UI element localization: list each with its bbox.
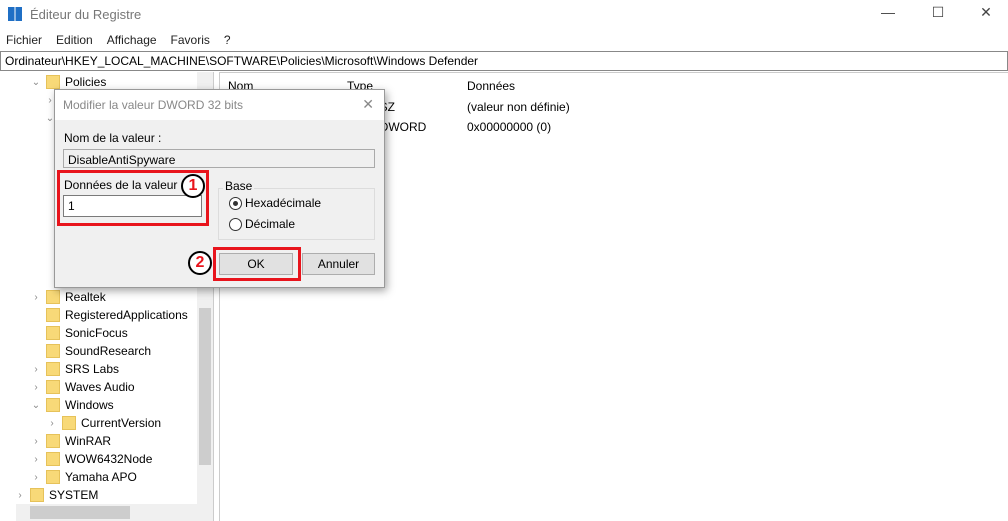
chevron-right-icon[interactable]: ›: [46, 418, 58, 429]
radio-hexadecimal[interactable]: Hexadécimale: [229, 196, 321, 211]
dialog-title: Modifier la valeur DWORD 32 bits: [55, 90, 384, 120]
folder-icon: [46, 470, 60, 484]
tree-item[interactable]: › Realtek: [30, 288, 106, 306]
maximize-button[interactable]: ☐: [928, 4, 948, 21]
folder-icon: [46, 308, 60, 322]
folder-icon: [46, 398, 60, 412]
chevron-right-icon[interactable]: ›: [30, 382, 42, 393]
radio-selected-icon[interactable]: [229, 197, 242, 211]
menu-favoris[interactable]: Favoris: [171, 33, 210, 47]
tree-item[interactable]: › SYSTEM: [14, 486, 98, 504]
step-2-badge: 2: [188, 251, 212, 275]
tree-item[interactable]: › Waves Audio: [30, 378, 135, 396]
folder-icon: [46, 434, 60, 448]
address-bar[interactable]: Ordinateur\HKEY_LOCAL_MACHINE\SOFTWARE\P…: [0, 51, 1008, 71]
folder-icon: [46, 380, 60, 394]
folder-icon: [46, 344, 60, 358]
ok-button[interactable]: OK: [219, 253, 293, 275]
base-label: Base: [223, 179, 255, 193]
chevron-down-icon[interactable]: ⌄: [30, 400, 42, 411]
folder-icon: [46, 452, 60, 466]
chevron-right-icon[interactable]: ›: [30, 436, 42, 447]
folder-icon: [46, 326, 60, 340]
step-1-badge: 1: [181, 174, 205, 198]
tree-hscroll-thumb[interactable]: [30, 506, 130, 519]
value-data: 0x00000000 (0): [467, 120, 552, 134]
menu-affichage[interactable]: Affichage: [107, 33, 157, 47]
tree-item[interactable]: › Yamaha APO: [30, 468, 137, 486]
menu-help[interactable]: ?: [224, 33, 231, 47]
minimize-button[interactable]: —: [878, 4, 898, 20]
chevron-right-icon[interactable]: ›: [14, 490, 26, 501]
cancel-button[interactable]: Annuler: [302, 253, 375, 275]
value-data-label: Données de la valeur :: [64, 178, 185, 192]
radio-decimal[interactable]: Décimale: [229, 217, 295, 232]
value-name-label: Nom de la valeur :: [64, 131, 162, 145]
tree-item[interactable]: › WinRAR: [30, 432, 111, 450]
tree-item[interactable]: › SRS Labs: [30, 360, 119, 378]
radio-icon[interactable]: [229, 218, 242, 232]
dialog-close-icon[interactable]: ✕: [362, 96, 374, 113]
chevron-right-icon[interactable]: ›: [30, 454, 42, 465]
value-data: (valeur non définie): [467, 100, 570, 114]
tree-item[interactable]: ⌄ Windows: [30, 396, 114, 414]
edit-dword-dialog: Modifier la valeur DWORD 32 bits ✕ Nom d…: [54, 89, 385, 288]
chevron-down-icon[interactable]: ⌄: [30, 77, 42, 88]
folder-icon: [46, 75, 60, 89]
window-title: Éditeur du Registre: [30, 7, 142, 22]
tree-item[interactable]: SonicFocus: [30, 324, 128, 342]
registry-app-icon: [8, 7, 22, 21]
folder-icon: [46, 290, 60, 304]
folder-icon: [62, 416, 76, 430]
chevron-right-icon[interactable]: ›: [30, 472, 42, 483]
value-name-field: DisableAntiSpyware: [63, 149, 375, 168]
column-donnees[interactable]: Données: [467, 79, 515, 93]
close-button[interactable]: ✕: [976, 4, 996, 21]
menu-edition[interactable]: Edition: [56, 33, 93, 47]
tree-item[interactable]: SoundResearch: [30, 342, 151, 360]
tree-item[interactable]: RegisteredApplications: [30, 306, 188, 324]
menu-bar: Fichier Edition Affichage Favoris ?: [6, 33, 231, 47]
tree-item[interactable]: › CurrentVersion: [46, 414, 161, 432]
tree-scroll-thumb[interactable]: [199, 308, 211, 465]
folder-icon: [46, 362, 60, 376]
tree-item[interactable]: › WOW6432Node: [30, 450, 152, 468]
chevron-right-icon[interactable]: ›: [30, 364, 42, 375]
value-data-input[interactable]: 1: [63, 195, 202, 217]
menu-fichier[interactable]: Fichier: [6, 33, 42, 47]
chevron-right-icon[interactable]: ›: [30, 292, 42, 303]
folder-icon: [30, 488, 44, 502]
